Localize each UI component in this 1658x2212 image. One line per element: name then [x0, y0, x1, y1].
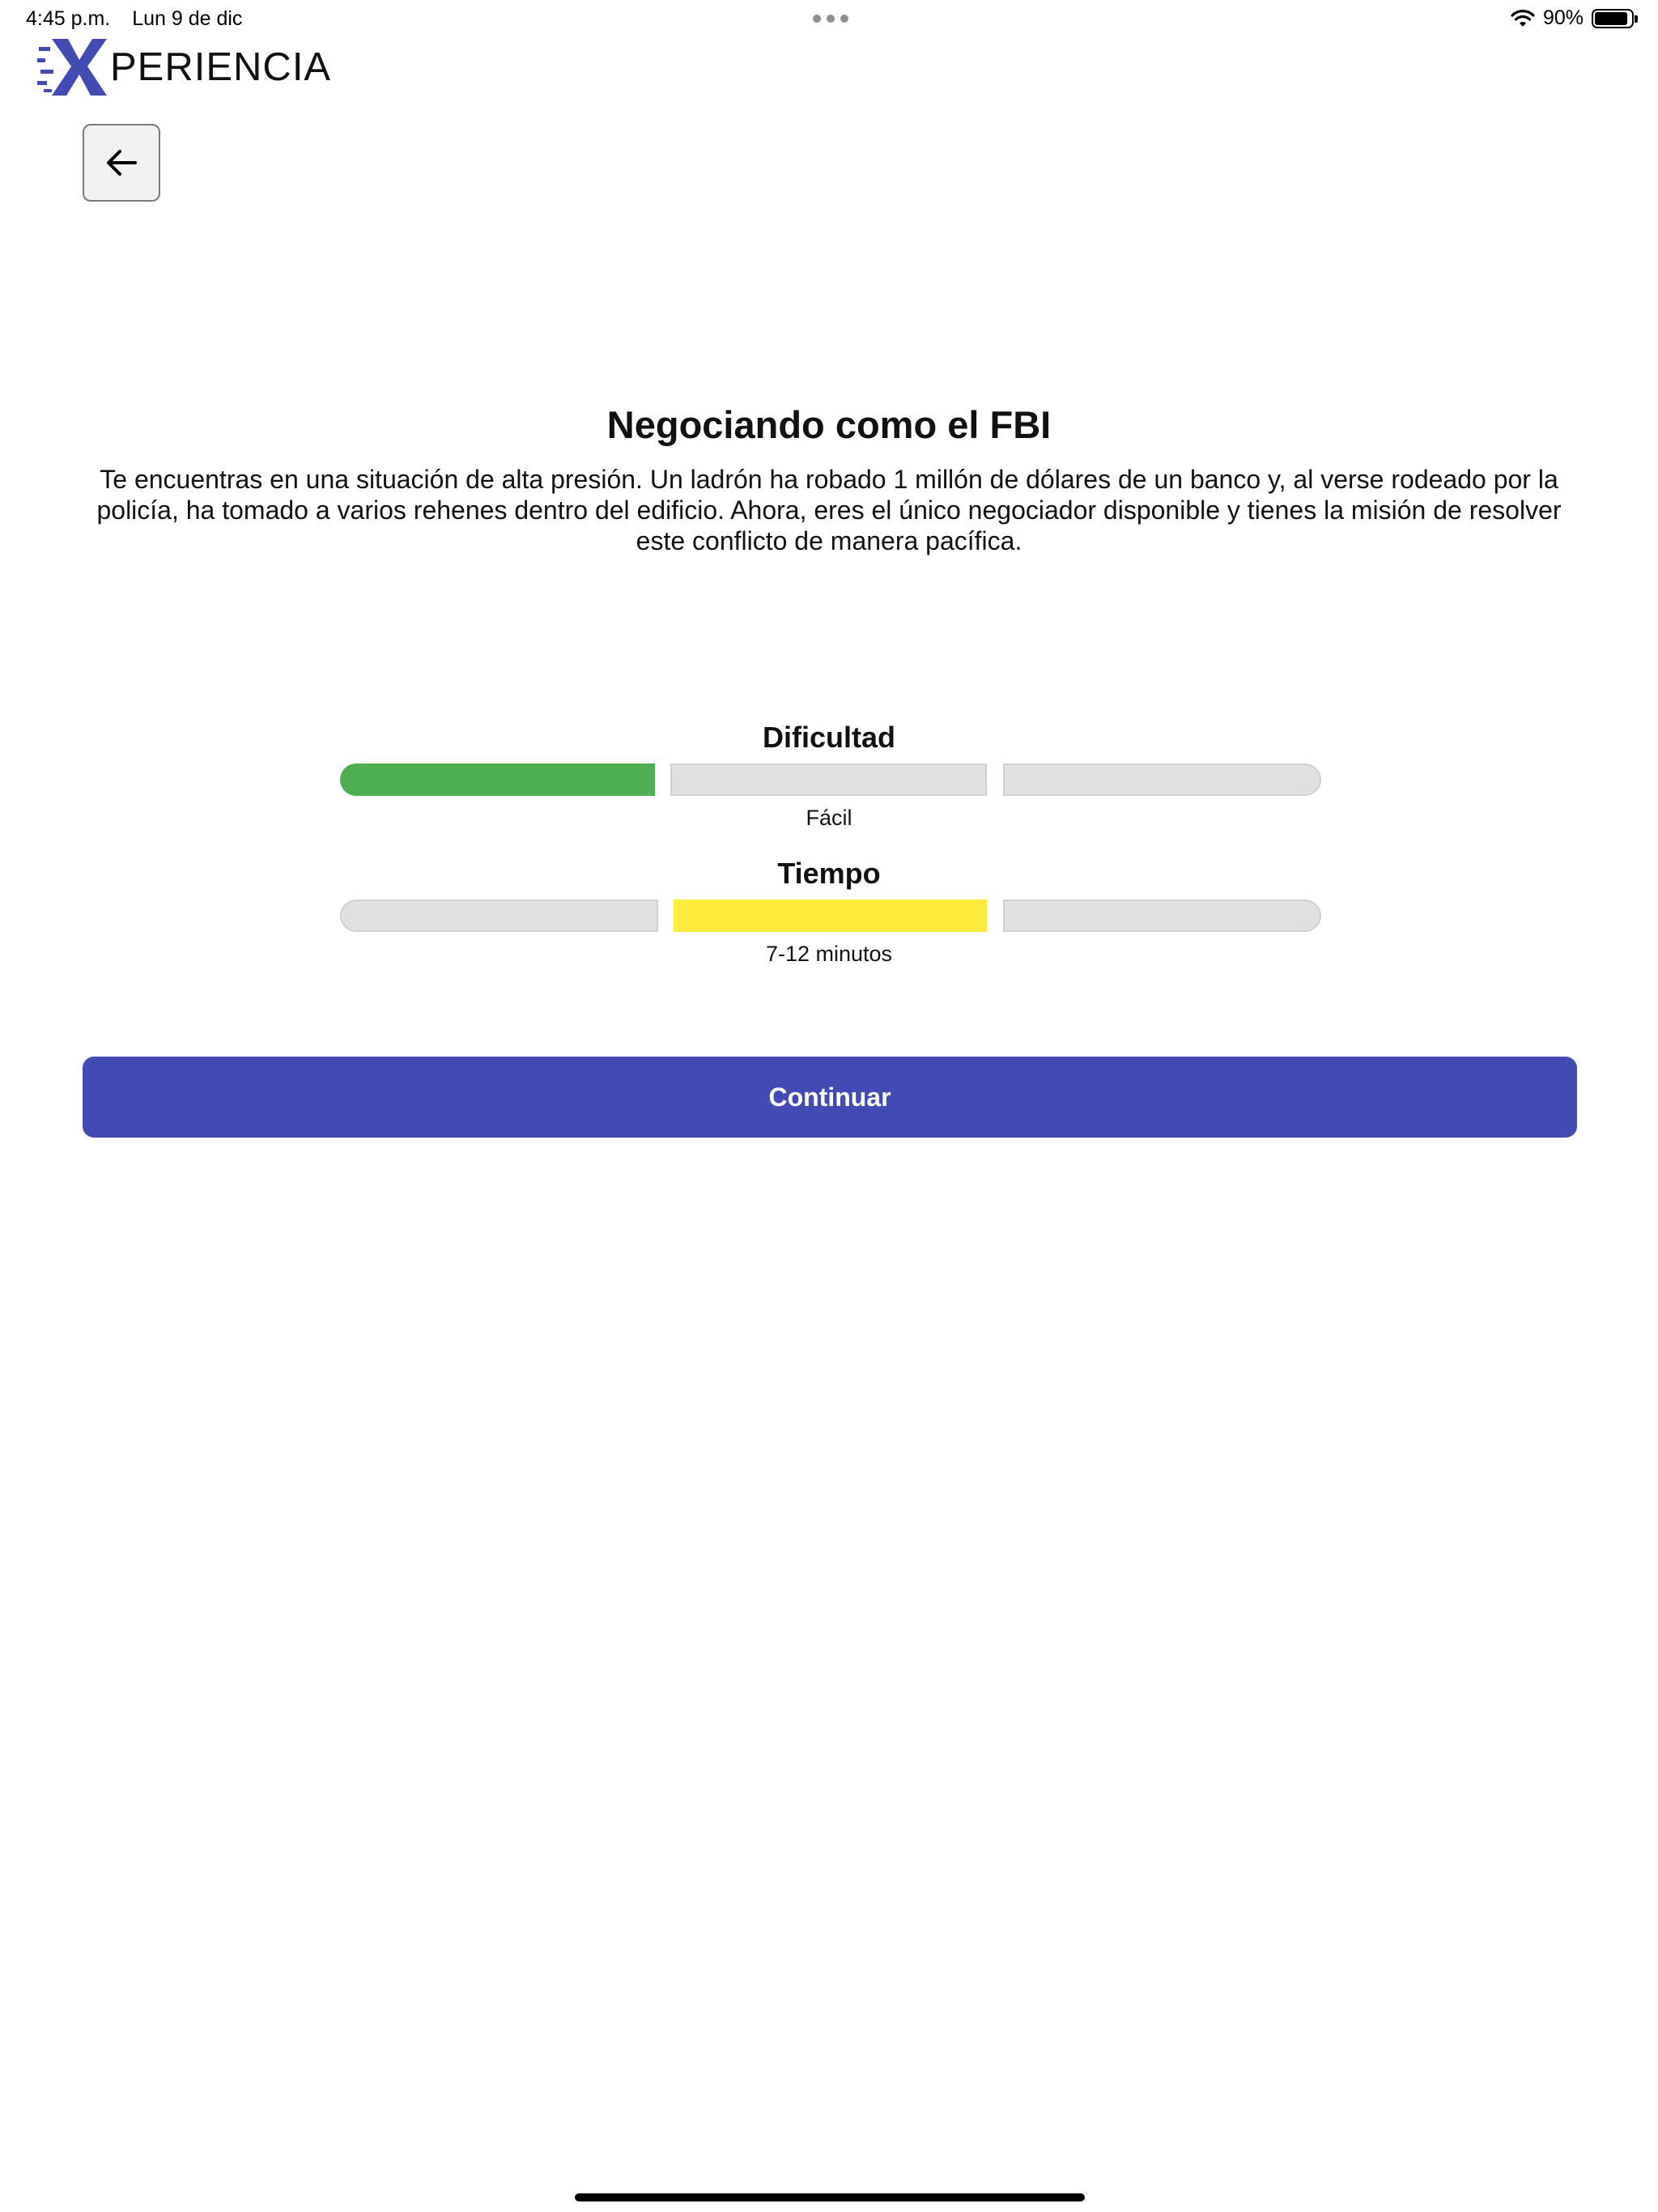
difficulty-segment-2 [670, 764, 987, 796]
time-segment-3 [1003, 900, 1321, 932]
difficulty-label: Dificultad [762, 721, 895, 754]
experience-description: Te encuentras en una situación de alta p… [96, 465, 1562, 555]
battery-icon [1592, 8, 1638, 28]
wifi-icon [1511, 9, 1535, 28]
xperiencia-logo: PERIENCIA [37, 36, 331, 97]
experience-detail-screen: 4:45 p.m. Lun 9 de dic 90% PERIENCIA Neg… [0, 0, 1658, 2212]
page-title: Negociando como el FBI [606, 403, 1052, 446]
back-button[interactable] [83, 124, 160, 202]
status-time-date: 4:45 p.m. Lun 9 de dic [26, 7, 242, 31]
status-bar: 4:45 p.m. Lun 9 de dic 90% [0, 0, 1658, 39]
x-logo-mark-icon [37, 39, 107, 96]
time-segment-1 [340, 900, 658, 932]
arrow-left-icon [107, 150, 137, 176]
difficulty-segment-3 [1003, 764, 1321, 796]
home-indicator[interactable] [575, 2193, 1085, 2201]
multitasking-dots-icon[interactable] [813, 15, 848, 23]
time-label: Tiempo [777, 857, 881, 890]
time-segment-2 [674, 900, 987, 932]
status-indicators: 90% [1511, 6, 1638, 30]
battery-percentage: 90% [1542, 6, 1584, 29]
status-time: 4:45 p.m. [26, 7, 111, 30]
difficulty-value: Fácil [806, 806, 852, 830]
status-date: Lun 9 de dic [132, 7, 243, 30]
time-value: 7-12 minutos [765, 942, 893, 966]
logo-text: PERIENCIA [110, 45, 332, 89]
difficulty-segment-1 [340, 764, 655, 796]
continue-button[interactable]: Continuar [83, 1057, 1577, 1138]
